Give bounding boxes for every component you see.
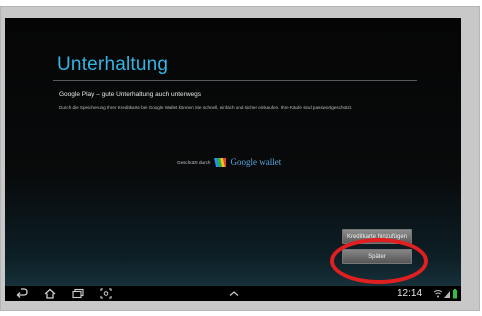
page-subtitle: Google Play – gute Unterhaltung auch unt… (59, 91, 202, 98)
recent-apps-icon[interactable] (71, 287, 85, 300)
system-navigation-bar (5, 286, 461, 301)
status-clock: 12:14 (397, 288, 423, 299)
wifi-icon (433, 290, 443, 298)
page-title: Unterhaltung (57, 54, 169, 75)
home-icon[interactable] (43, 287, 57, 300)
status-icons (433, 289, 457, 299)
red-highlight-circle (330, 238, 428, 284)
wallet-protection-note: Geschützt durch Google wallet (177, 153, 281, 171)
wallet-prefix-text: Geschützt durch (177, 159, 211, 165)
back-icon[interactable] (15, 287, 29, 300)
google-wallet-icon (214, 157, 227, 167)
signal-icon (444, 291, 450, 298)
chevron-up-icon[interactable] (227, 287, 241, 300)
photo-of-tablet: Unterhaltung Google Play – gute Unterhal… (0, 0, 482, 316)
tablet-screen: Unterhaltung Google Play – gute Unterhal… (5, 18, 461, 301)
title-divider (53, 80, 417, 81)
description-text: Durch die Speicherung Ihrer Kreditkarte … (59, 105, 353, 110)
battery-icon (453, 289, 457, 299)
screenshot-icon[interactable] (99, 287, 113, 300)
tablet-bezel: Unterhaltung Google Play – gute Unterhal… (0, 6, 480, 311)
google-wallet-brand: Google wallet (230, 157, 282, 167)
